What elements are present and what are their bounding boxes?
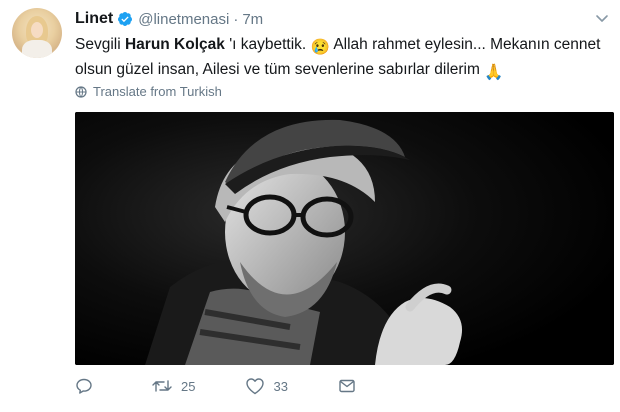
tweet-card: Linet @linetmenasi · 7m Sevgili Harun Ko…	[0, 0, 620, 412]
caret-down-icon[interactable]	[594, 10, 610, 26]
translate-label: Translate from Turkish	[93, 84, 222, 99]
like-icon	[246, 378, 265, 395]
tweet-actions: 25 33	[75, 374, 414, 398]
reply-icon	[76, 378, 92, 394]
verified-icon	[118, 12, 133, 26]
crying-face-emoji: 😢	[310, 39, 330, 56]
retweet-count: 25	[181, 378, 196, 394]
tweet-text-segment: Sevgili	[75, 36, 125, 53]
dm-icon	[339, 379, 355, 393]
like-count: 33	[273, 378, 288, 394]
tweet-text: Sevgili Harun Kolçak 'ı kaybettik. 😢 All…	[75, 34, 610, 84]
user-name[interactable]: Linet	[75, 10, 113, 28]
reply-button[interactable]	[75, 377, 101, 395]
globe-icon	[75, 85, 87, 98]
like-button[interactable]: 33	[245, 377, 288, 395]
tweet-header: Linet @linetmenasi · 7m	[75, 9, 263, 29]
mention-name: Harun Kolçak	[124, 36, 225, 53]
separator: ·	[233, 10, 239, 28]
translate-link[interactable]: Translate from Turkish	[75, 84, 222, 99]
praying-hands-emoji: 🙏	[484, 64, 504, 81]
tweet-time[interactable]: 7m	[242, 11, 263, 28]
user-handle[interactable]: @linetmenasi	[138, 11, 229, 28]
portrait-photo	[75, 112, 614, 365]
tweet-text-segment: 'ı kaybettik.	[224, 36, 311, 53]
tweet-photo[interactable]	[75, 112, 614, 365]
dm-button[interactable]	[338, 377, 364, 395]
retweet-button[interactable]: 25	[151, 377, 195, 395]
retweet-icon	[152, 380, 172, 392]
avatar[interactable]	[12, 8, 62, 58]
